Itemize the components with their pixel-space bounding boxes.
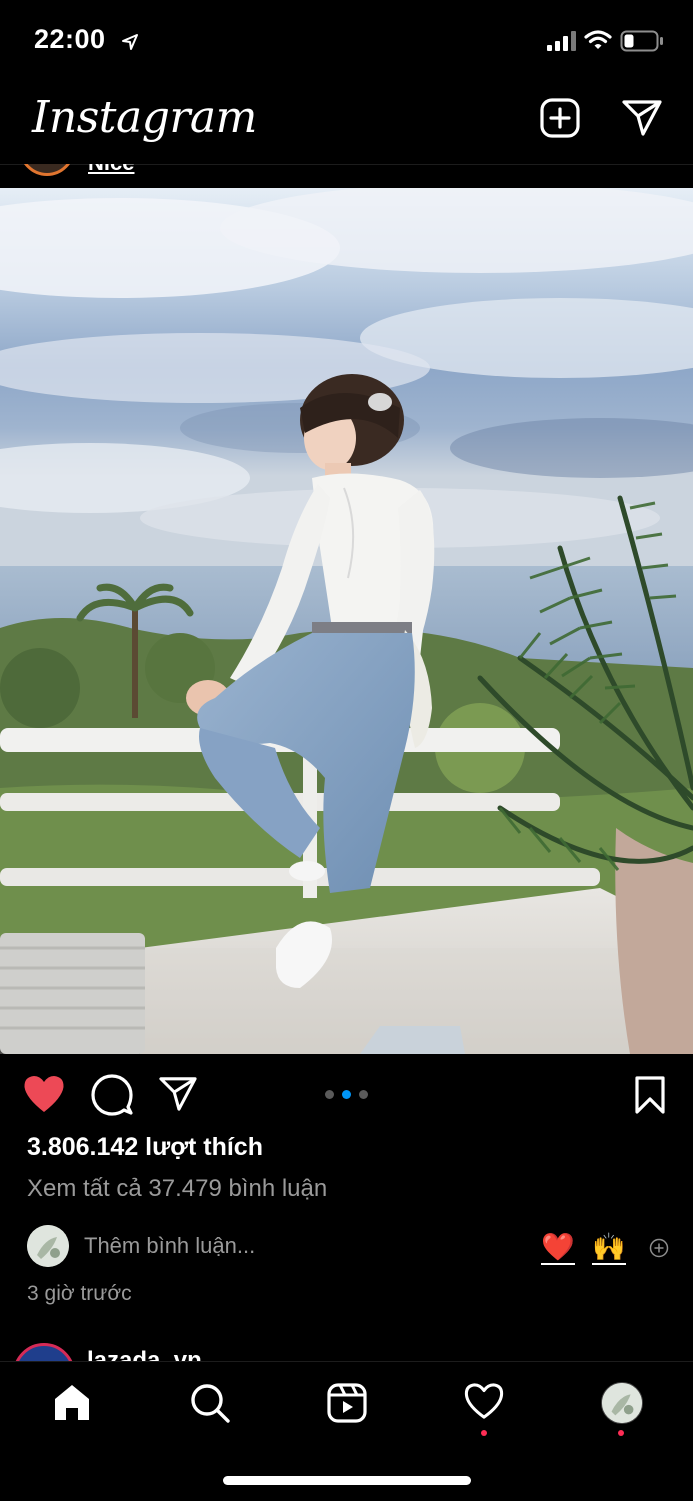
location-arrow-icon (122, 34, 138, 50)
next-post-avatar[interactable] (13, 1343, 75, 1362)
quick-reaction-raised-hands[interactable]: 🙌 (592, 1232, 626, 1265)
quick-reaction-heart[interactable]: ❤️ (541, 1232, 575, 1265)
post-actions (0, 1060, 693, 1130)
app-header: Instagram (0, 80, 693, 165)
like-count[interactable]: 3.806.142 lượt thích (27, 1133, 263, 1162)
bookmark-icon[interactable] (633, 1075, 667, 1115)
previous-post-header: Nice (0, 164, 693, 188)
home-icon[interactable] (52, 1382, 92, 1422)
activity-icon[interactable] (463, 1382, 505, 1420)
profile-avatar[interactable] (601, 1382, 643, 1424)
post-image (0, 188, 693, 1054)
direct-message-icon[interactable] (621, 98, 663, 138)
new-post-icon[interactable] (539, 97, 581, 139)
view-all-comments-link[interactable]: Xem tất cả 37.479 bình luận (27, 1175, 327, 1203)
carousel-dot-1 (325, 1090, 334, 1099)
next-post-header: lazada_vn (0, 1340, 693, 1362)
more-emoji-icon[interactable] (649, 1238, 669, 1258)
post-photo[interactable] (0, 188, 693, 1054)
post-timestamp: 3 giờ trước (27, 1282, 132, 1305)
wifi-icon (584, 30, 612, 49)
next-post-username[interactable]: lazada_vn (87, 1347, 202, 1362)
current-user-avatar (27, 1225, 69, 1267)
share-icon[interactable] (158, 1075, 198, 1113)
status-bar: 22:00 (0, 0, 693, 80)
instagram-logo[interactable]: Instagram (32, 92, 257, 143)
home-indicator (223, 1476, 471, 1485)
like-icon[interactable] (22, 1074, 66, 1114)
status-time: 22:00 (34, 24, 106, 54)
profile-notification-dot (618, 1430, 624, 1436)
add-comment-placeholder[interactable]: Thêm bình luận... (84, 1233, 255, 1259)
comment-icon[interactable] (91, 1074, 133, 1116)
activity-notification-dot (481, 1430, 487, 1436)
carousel-dot-2-active (342, 1090, 351, 1099)
avatar-image (27, 1225, 69, 1267)
battery-icon (620, 30, 663, 52)
previous-post-caption[interactable]: Nice (88, 164, 134, 176)
profile-avatar-image (602, 1383, 642, 1423)
reels-icon[interactable] (326, 1382, 368, 1424)
previous-post-avatar[interactable] (19, 164, 75, 176)
search-icon[interactable] (189, 1382, 231, 1424)
signal-icon (547, 31, 576, 51)
carousel-dot-3 (359, 1090, 368, 1099)
